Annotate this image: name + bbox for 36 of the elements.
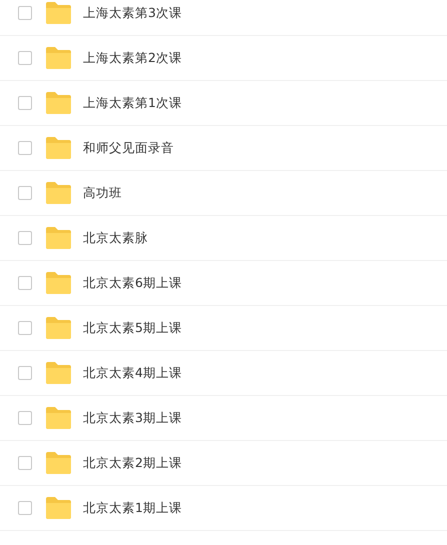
checkbox[interactable] (18, 96, 32, 110)
folder-name[interactable]: 高功班 (83, 184, 122, 202)
checkbox[interactable] (18, 6, 32, 20)
checkbox[interactable] (18, 366, 32, 380)
folder-name[interactable]: 和师父见面录音 (83, 138, 174, 158)
folder-icon (45, 92, 72, 114)
folder-icon (45, 317, 72, 339)
checkbox[interactable] (18, 456, 32, 470)
checkbox[interactable] (18, 501, 32, 515)
folder-name[interactable]: 北京太素2期上课 (83, 454, 182, 472)
folder-name[interactable]: 上海太素第3次课 (83, 4, 182, 22)
checkbox[interactable] (18, 321, 32, 335)
folder-icon (45, 497, 72, 519)
checkbox[interactable] (18, 51, 32, 65)
folder-icon (45, 47, 72, 69)
folder-icon (45, 272, 72, 294)
folder-name[interactable]: 上海太素第1次课 (83, 94, 182, 112)
folder-icon (45, 2, 72, 24)
folder-name[interactable]: 北京太素6期上课 (83, 274, 182, 292)
checkbox[interactable] (18, 411, 32, 425)
folder-icon (45, 227, 72, 249)
checkbox[interactable] (18, 141, 32, 155)
folder-name[interactable]: 北京太素4期上课 (83, 364, 182, 382)
folder-name[interactable]: 北京太素脉 (83, 228, 148, 248)
folder-name[interactable]: 上海太素第2次课 (83, 48, 182, 68)
checkbox[interactable] (18, 231, 32, 245)
checkbox[interactable] (18, 276, 32, 290)
folder-name[interactable]: 北京太素5期上课 (83, 318, 182, 338)
folder-icon (45, 182, 72, 204)
folder-icon (45, 452, 72, 474)
checkbox[interactable] (18, 186, 32, 200)
folder-icon (45, 407, 72, 429)
folder-name[interactable]: 北京太素3期上课 (83, 408, 182, 428)
folder-name[interactable]: 北京太素1期上课 (83, 498, 182, 518)
folder-icon (45, 362, 72, 384)
folder-icon (45, 137, 72, 159)
